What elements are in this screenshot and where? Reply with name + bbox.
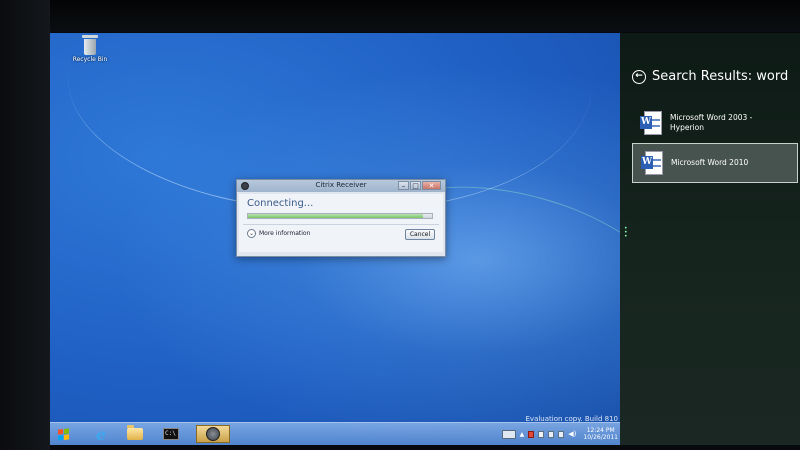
system-tray: ▲ ◀) 12:24 PM 10/26/2011 [501,423,618,445]
taskbar-citrix-receiver[interactable] [196,425,230,443]
start-button[interactable] [50,425,76,443]
maximize-button[interactable]: □ [410,181,421,190]
microsoft-word-icon: W [640,111,662,135]
volume-icon[interactable]: ◀) [568,430,576,438]
network-icon[interactable] [548,430,555,438]
screen-bezel-left [0,0,50,450]
chevron-down-icon: ⌄ [247,229,256,238]
recycle-bin-icon [82,35,98,55]
pane-resize-grip[interactable]: • • • [624,226,628,240]
back-arrow-icon[interactable]: ← [632,69,646,84]
taskbar-clock[interactable]: 12:24 PM 10/26/2011 [583,427,618,441]
taskbar: e C:\ ▲ ◀) 12:24 PM 10/26/2011 [50,422,620,445]
clock-time: 12:24 PM [586,427,615,434]
taskbar-command-prompt[interactable]: C:\ [158,425,184,443]
search-result-label: Microsoft Word 2003 - Hyperion [670,113,753,132]
screen-bezel-top [0,0,800,32]
dialog-body: Connecting... ⌄ More information Cancel [239,194,443,252]
folder-icon [127,425,143,440]
dialog-titlebar[interactable]: Citrix Receiver – □ ✕ [237,180,445,192]
action-center-flag-icon[interactable] [538,430,545,438]
touch-keyboard-icon[interactable] [501,429,516,439]
internet-explorer-icon: e [95,424,107,444]
taskbar-internet-explorer[interactable]: e [88,424,114,444]
cancel-button[interactable]: Cancel [405,229,435,240]
search-result-word-2010[interactable]: W Microsoft Word 2010 [632,143,798,183]
windows-logo-icon [57,427,69,441]
command-prompt-icon: C:\ [163,428,179,440]
more-information-label: More information [259,230,311,237]
microsoft-word-icon: W [641,151,663,175]
desktop[interactable]: Recycle Bin Citrix Receiver – □ ✕ Connec… [50,33,620,445]
recycle-bin-shortcut[interactable]: Recycle Bin [72,35,108,63]
minimize-button[interactable]: – [398,181,409,190]
dialog-divider [243,224,439,225]
search-results-header: ← Search Results: word [632,69,788,84]
recycle-bin-label: Recycle Bin [72,56,108,63]
citrix-tray-icon[interactable] [528,430,535,438]
clock-date: 10/26/2011 [583,434,618,441]
power-icon[interactable] [558,430,565,438]
search-results-title: Search Results: word [652,69,789,84]
close-button[interactable]: ✕ [422,181,441,190]
search-results-pane: • • • ← Search Results: word W Microsoft W… [620,33,800,445]
connection-status: Connecting... [247,198,314,209]
taskbar-file-explorer[interactable] [122,425,148,443]
citrix-receiver-dialog: Citrix Receiver – □ ✕ Connecting... ⌄ Mo… [236,179,446,257]
show-hidden-icons-arrow[interactable]: ▲ [520,431,525,438]
connection-progress-bar [247,213,433,219]
more-information-toggle[interactable]: ⌄ More information [247,229,310,238]
search-result-word-2003[interactable]: W Microsoft Word 2003 - Hyperion [632,103,798,143]
search-result-label: Microsoft Word 2010 [671,158,749,167]
progress-fill [248,214,423,218]
citrix-receiver-icon [206,427,220,441]
